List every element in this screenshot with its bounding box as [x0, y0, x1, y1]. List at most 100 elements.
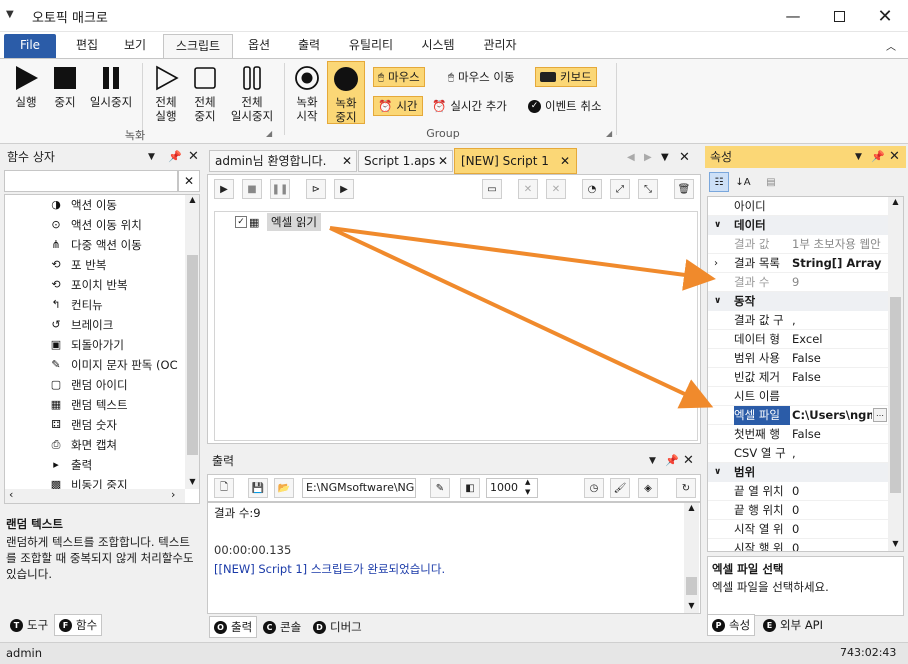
expand-button[interactable]: ⤢ — [610, 179, 630, 199]
tab-utility[interactable]: 유틸리티 — [338, 34, 404, 58]
property-row[interactable]: 빈값 제거 False — [708, 368, 888, 387]
trash-button[interactable]: 🗑 — [674, 179, 694, 199]
doc-tab-welcome[interactable]: admin님 환영합니다. ✕ — [209, 150, 357, 172]
list-item[interactable]: ⊙ 액션 이동 위치 — [49, 215, 141, 235]
run-all-button[interactable]: 전체 실행 — [148, 65, 184, 123]
property-row[interactable]: 데이터 형 Excel — [708, 330, 888, 349]
categorized-button[interactable]: ☷ — [709, 172, 729, 192]
tab-functions[interactable]: F 함수 — [54, 614, 103, 636]
list-item[interactable]: ▣ 되돌아가기 — [49, 335, 124, 355]
scrollbar-thumb[interactable] — [686, 577, 697, 595]
tab-admin[interactable]: 관리자 — [472, 34, 528, 58]
stop-all-button[interactable]: 전체 중지 — [188, 65, 222, 123]
clock-button[interactable]: ◔ — [582, 179, 602, 199]
pause-script-button[interactable]: ❚❚ — [270, 179, 290, 199]
minimize-button[interactable]: — — [770, 0, 816, 32]
mouse-toggle[interactable]: 🖱 마우스 — [373, 67, 425, 87]
chevron-down-icon[interactable]: ∨ — [714, 463, 721, 482]
run-button[interactable]: 실행 — [8, 65, 44, 109]
node-checkbox[interactable]: ✓ — [235, 216, 247, 228]
close-icon[interactable]: ✕ — [342, 151, 352, 171]
chevron-down-icon[interactable]: ∨ — [714, 216, 721, 235]
time-toggle[interactable]: ⏰ 시간 — [373, 96, 423, 116]
save-output-button[interactable]: 💾 — [248, 478, 268, 498]
pin-icon[interactable]: 📌 — [168, 146, 182, 168]
output-path-input[interactable]: E:\NGMsoftware\NG — [302, 478, 416, 498]
horizontal-scrollbar[interactable]: ‹ › — [5, 488, 185, 503]
doc-tab-new-script[interactable]: [NEW] Script 1 ✕ — [454, 148, 577, 174]
list-item[interactable]: ✎ 이미지 문자 판독 (OC — [49, 355, 177, 375]
tab-output[interactable]: O 출력 — [209, 616, 258, 638]
panel-menu-icon[interactable]: ▼ — [148, 146, 155, 168]
panel-menu-icon[interactable]: ▼ — [649, 450, 656, 472]
tab-tools[interactable]: T 도구 — [6, 614, 52, 636]
property-row[interactable]: 시작 행 위 0 — [708, 539, 888, 551]
list-item[interactable]: ↰ 컨티뉴 — [49, 295, 102, 315]
chevron-down-icon[interactable]: ∨ — [714, 292, 721, 311]
scroll-right-icon[interactable]: ▶ — [644, 152, 652, 163]
new-output-button[interactable]: 🗋 — [214, 478, 234, 498]
close-icon[interactable]: ✕ — [683, 450, 694, 472]
erase-button[interactable]: ◧ — [460, 478, 480, 498]
property-category[interactable]: ∨ 데이터 — [708, 216, 888, 235]
tab-external-api[interactable]: E 외부 API — [759, 614, 827, 636]
list-item[interactable]: ↺ 브레이크 — [49, 315, 113, 335]
step-over-button[interactable]: ▶ — [334, 179, 354, 199]
step-into-button[interactable]: ⊳ — [306, 179, 326, 199]
property-row[interactable]: 첫번째 행 False — [708, 425, 888, 444]
timestamp-button[interactable]: ◷ — [584, 478, 604, 498]
stop-button[interactable]: 중지 — [48, 65, 82, 109]
property-row[interactable]: 결과 값 구, — [708, 311, 888, 330]
list-item[interactable]: ⟲ 포이치 반복 — [49, 275, 127, 295]
property-row[interactable]: 시트 이름 — [708, 387, 888, 406]
realtime-add-button[interactable]: ⏰ 실시간 추가 — [428, 96, 511, 116]
pause-all-button[interactable]: 전체 일시중지 — [226, 65, 278, 123]
clear-search-button[interactable]: ✕ — [178, 170, 200, 192]
list-item[interactable]: ⋔ 다중 액션 이동 — [49, 235, 141, 255]
list-item[interactable]: ▢ 랜덤 아이디 — [49, 375, 128, 395]
stop-script-button[interactable]: ■ — [242, 179, 262, 199]
line-count-stepper[interactable]: 1000 ▲ ▼ — [486, 478, 538, 498]
stepper-arrows-icon[interactable]: ▲ ▼ — [525, 477, 530, 497]
open-folder-button[interactable]: 📂 — [274, 478, 294, 498]
tab-list-icon[interactable]: ▼ — [661, 152, 669, 163]
run-script-button[interactable]: ▶ — [214, 179, 234, 199]
doc-tab-script1[interactable]: Script 1.aps ✕ — [358, 150, 453, 172]
list-item[interactable]: ▸ 출력 — [49, 455, 92, 475]
record-start-button[interactable]: 녹화 시작 — [289, 65, 325, 123]
mouse-move-toggle[interactable]: 🖱 마우스 이동 — [444, 67, 519, 87]
tab-debug[interactable]: D 디버그 — [309, 616, 366, 638]
script-node[interactable]: 엑셀 읽기 — [267, 213, 321, 231]
list-item[interactable]: ⎙ 화면 캡쳐 — [49, 435, 117, 455]
group-launcher-icon[interactable]: ◢ — [606, 129, 612, 138]
tab-system[interactable]: 시스템 — [410, 34, 466, 58]
collapse-ribbon-icon[interactable]: ︿ — [886, 38, 896, 53]
close-icon[interactable]: ✕ — [188, 146, 199, 168]
delete-all-button[interactable]: ✕ — [546, 179, 566, 199]
close-icon[interactable]: ✕ — [438, 151, 448, 171]
property-row[interactable]: 끝 열 위치 0 — [708, 482, 888, 501]
tab-console[interactable]: C 콘솔 — [259, 616, 305, 638]
panel-menu-icon[interactable]: ▼ — [855, 146, 862, 168]
list-item[interactable]: ⚃ 랜덤 숫자 — [49, 415, 117, 435]
property-row[interactable]: 엑셀 파일 C:\Users\ngm… — [708, 406, 888, 425]
scrollbar-thumb[interactable] — [187, 255, 198, 455]
scrollbar-thumb[interactable] — [890, 297, 901, 493]
tab-properties[interactable]: P 속성 — [707, 614, 756, 636]
property-category[interactable]: ∨ 동작 — [708, 292, 888, 311]
close-icon[interactable]: ✕ — [679, 150, 690, 165]
tab-script[interactable]: 스크립트 — [163, 34, 233, 58]
delete-node-button[interactable]: ✕ — [518, 179, 538, 199]
tab-edit[interactable]: 편집 — [64, 34, 110, 58]
collapse-button[interactable]: ⤡ — [638, 179, 658, 199]
property-category[interactable]: ∨ 범위 — [708, 463, 888, 482]
list-item[interactable]: ◑ 액션 이동 — [49, 195, 117, 215]
clean-button[interactable]: ✎ — [430, 478, 450, 498]
tab-file[interactable]: File — [4, 34, 56, 58]
vertical-scrollbar[interactable]: ▲ ▼ — [185, 195, 199, 489]
tab-options[interactable]: 옵션 — [236, 34, 282, 58]
property-row[interactable]: 결과 수 9 — [708, 273, 888, 292]
maximize-button[interactable] — [816, 0, 862, 32]
image-button[interactable]: ▭ — [482, 179, 502, 199]
scroll-left-icon[interactable]: ◀ — [627, 152, 635, 163]
